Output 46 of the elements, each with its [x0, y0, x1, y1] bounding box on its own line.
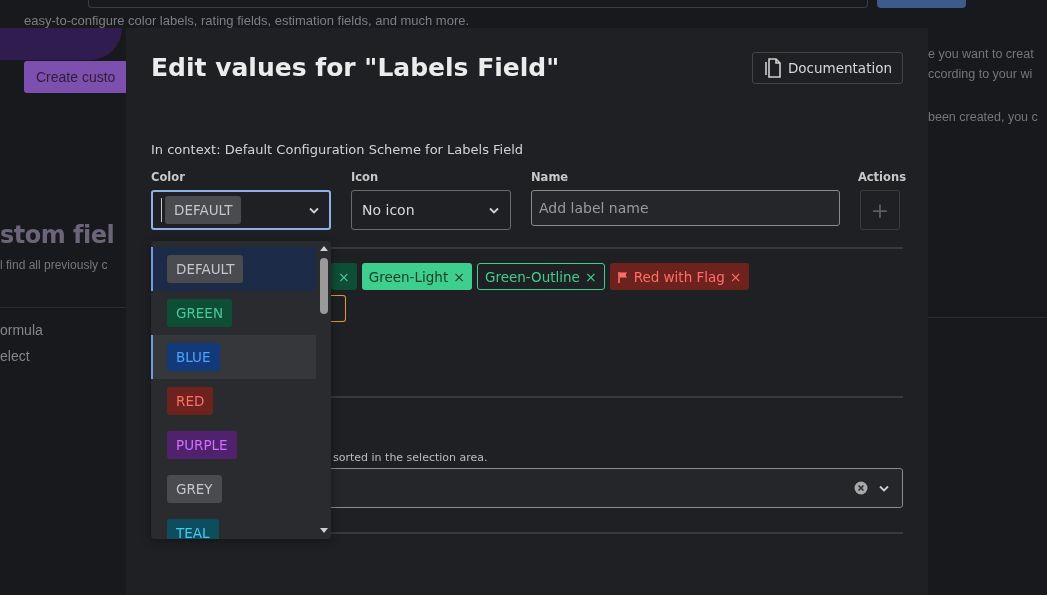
color-chip: BLUE: [167, 343, 220, 371]
top-button[interactable]: [877, 0, 966, 8]
column-label: Actions: [857, 170, 906, 184]
remove-button[interactable]: ×: [338, 268, 350, 285]
color-chip: PURPLE: [167, 431, 237, 459]
remove-button[interactable]: ×: [453, 268, 465, 285]
search-field[interactable]: [88, 0, 868, 8]
menu-option[interactable]: GREEN: [151, 291, 316, 335]
remove-button[interactable]: ×: [584, 268, 597, 285]
documentation-button[interactable]: Documentation: [751, 52, 903, 84]
icon-select[interactable]: No icon: [351, 190, 511, 230]
help-text: sorted in the selection area.: [332, 451, 489, 465]
color-chip: GREEN: [167, 299, 232, 327]
section-description: l find all previously c: [0, 258, 109, 272]
menu-option[interactable]: RED: [151, 379, 316, 423]
field-list-item[interactable]: elect: [0, 348, 126, 374]
section-heading: stom fiel: [0, 220, 116, 250]
menu-option[interactable]: DEFAULT: [151, 247, 316, 291]
color-select[interactable]: DEFAULT: [151, 190, 331, 230]
menu-option[interactable]: TEAL: [151, 511, 316, 539]
remove-button[interactable]: ×: [729, 268, 742, 285]
menu-option[interactable]: GREY: [151, 467, 316, 511]
menu-option[interactable]: BLUE: [151, 335, 316, 379]
create-button[interactable]: Create custo: [24, 61, 126, 93]
column-label: Name: [531, 170, 570, 184]
column-label: Color: [151, 170, 186, 184]
document-icon: [762, 58, 781, 78]
side-text: e you want to creat: [928, 46, 1035, 63]
column-label: Icon: [351, 170, 380, 184]
color-chip: GREY: [167, 475, 222, 503]
dialog-title: Edit values for "Labels Field": [151, 52, 560, 84]
label-chip: Red with Flag ×: [609, 263, 749, 290]
menu-option[interactable]: PURPLE: [151, 423, 316, 467]
field-list-item[interactable]: ormula: [0, 322, 126, 348]
intro-text: easy-to-configure color labels, rating fields, estimation fields, and much more.: [24, 14, 471, 28]
color-chip: RED: [167, 387, 214, 415]
context-text: In context: Default Configuration Scheme for Labels Field: [151, 141, 525, 159]
label-chip: Green-Light ×: [361, 263, 472, 290]
color-chip: DEFAULT: [165, 196, 242, 224]
side-text: been created, you c: [928, 109, 1039, 126]
name-field[interactable]: Add label name: [531, 190, 840, 226]
color-chip: DEFAULT: [167, 255, 244, 283]
label-chip: Green-Outline ×: [476, 263, 605, 290]
color-chip: TEAL: [167, 519, 219, 539]
text-cursor: [161, 198, 162, 222]
side-text: ccording to your wi: [928, 66, 1034, 83]
